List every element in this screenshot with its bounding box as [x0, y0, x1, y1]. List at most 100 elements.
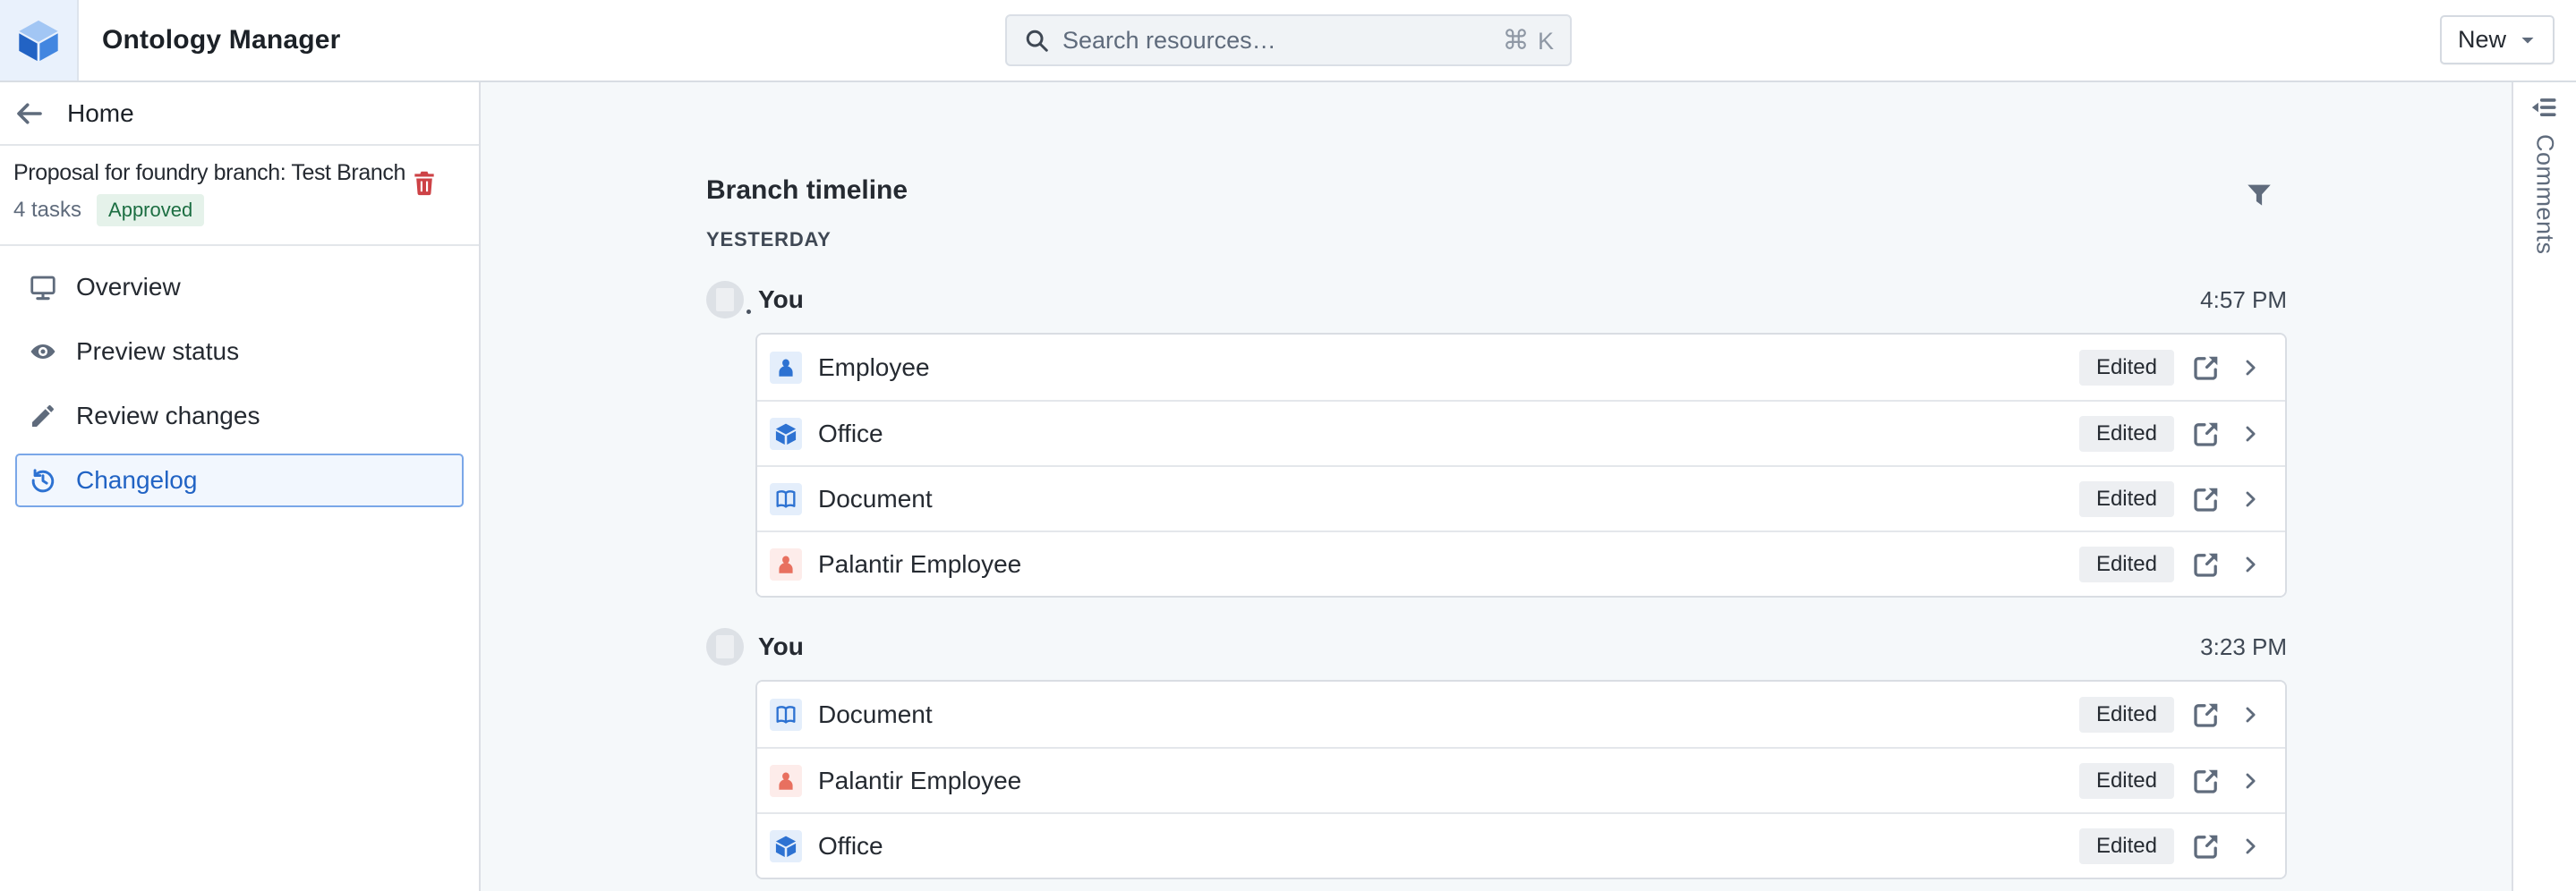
- avatar: [706, 281, 744, 318]
- table-row[interactable]: Palantir Employee Edited: [757, 747, 2285, 812]
- table-row[interactable]: Palantir Employee Edited: [757, 530, 2285, 596]
- open-in-new-tab-button[interactable]: [2190, 699, 2222, 731]
- back-home-link[interactable]: Home: [0, 82, 479, 146]
- sidebar: Home Proposal for foundry branch: Test B…: [0, 82, 481, 891]
- open-in-new-tab-button[interactable]: [2190, 830, 2222, 862]
- object-type-label: Document: [818, 485, 933, 513]
- cube-icon: [770, 418, 802, 450]
- open-in-new-tab-button[interactable]: [2190, 352, 2222, 384]
- sidebar-item-label: Overview: [76, 273, 181, 301]
- comments-label: Comments: [2531, 134, 2559, 255]
- search-icon: [1023, 27, 1050, 54]
- sidebar-item-preview-status[interactable]: Preview status: [15, 325, 464, 378]
- filter-icon: [2244, 180, 2282, 210]
- expand-row-button[interactable]: [2239, 356, 2262, 379]
- pencil-icon: [29, 402, 57, 430]
- object-type-label: Office: [818, 420, 883, 448]
- action-chip: Edited: [2079, 416, 2174, 452]
- open-in-new-tab-button[interactable]: [2190, 765, 2222, 797]
- chevron-right-icon: [2239, 553, 2262, 576]
- expand-row-button[interactable]: [2239, 769, 2262, 793]
- task-count: 4 tasks: [13, 198, 81, 223]
- top-bar: Ontology Manager ⌘ K New: [0, 0, 2576, 82]
- chevron-right-icon: [2239, 488, 2262, 511]
- book-icon: [770, 483, 802, 515]
- home-label: Home: [67, 99, 134, 128]
- chevron-right-icon: [2239, 769, 2262, 793]
- comments-rail: Comments: [2512, 82, 2576, 891]
- sidebar-item-label: Preview status: [76, 337, 239, 366]
- table-row[interactable]: Document Edited: [757, 682, 2285, 747]
- delete-proposal-button[interactable]: [410, 167, 440, 198]
- action-chip: Edited: [2079, 697, 2174, 733]
- group-timestamp: 4:57 PM: [2200, 286, 2287, 314]
- chevron-right-icon: [2239, 703, 2262, 726]
- timeline-group-header: You 3:23 PM: [706, 627, 2287, 666]
- timeline-group-header: You 4:57 PM: [706, 280, 2287, 319]
- status-badge: Approved: [97, 194, 204, 226]
- expand-row-button[interactable]: [2239, 422, 2262, 446]
- action-chip: Edited: [2079, 350, 2174, 386]
- expand-row-button[interactable]: [2239, 553, 2262, 576]
- proposal-header: Proposal for foundry branch: Test Branch…: [0, 146, 479, 246]
- open-in-new-tab-button[interactable]: [2190, 483, 2222, 515]
- chevron-right-icon: [2239, 422, 2262, 446]
- group-timestamp: 3:23 PM: [2200, 633, 2287, 661]
- person-icon: [770, 765, 802, 797]
- table-row[interactable]: Office Edited: [757, 812, 2285, 878]
- monitor-icon: [29, 273, 57, 301]
- group-user: You: [758, 285, 804, 314]
- object-type-label: Employee: [818, 353, 930, 382]
- table-row[interactable]: Document Edited: [757, 465, 2285, 530]
- search-shortcut-hint: ⌘ K: [1502, 25, 1554, 56]
- expand-row-button[interactable]: [2239, 703, 2262, 726]
- new-button[interactable]: New: [2440, 15, 2555, 64]
- action-chip: Edited: [2079, 547, 2174, 582]
- history-icon: [29, 466, 57, 495]
- new-button-label: New: [2458, 26, 2506, 54]
- group-user: You: [758, 632, 804, 661]
- main-content: Branch timeline YESTERDAY You 4:57 PM Em…: [481, 82, 2512, 891]
- eye-icon: [29, 337, 57, 366]
- sidebar-item-changelog[interactable]: Changelog: [15, 454, 464, 507]
- object-type-label: Document: [818, 700, 933, 729]
- arrow-left-icon: [13, 98, 46, 130]
- external-link-icon: [2190, 352, 2222, 384]
- object-type-label: Palantir Employee: [818, 550, 1021, 579]
- sidebar-item-overview[interactable]: Overview: [15, 260, 464, 314]
- chevron-right-icon: [2239, 835, 2262, 858]
- open-comments-button[interactable]: Comments: [2513, 82, 2576, 255]
- table-row[interactable]: Employee Edited: [757, 335, 2285, 400]
- external-link-icon: [2190, 418, 2222, 450]
- menu-open-icon: [2530, 93, 2559, 122]
- action-chip: Edited: [2079, 763, 2174, 799]
- expand-row-button[interactable]: [2239, 835, 2262, 858]
- table-row[interactable]: Office Edited: [757, 400, 2285, 465]
- cube-logo-icon: [14, 16, 63, 64]
- external-link-icon: [2190, 548, 2222, 581]
- chevron-right-icon: [2239, 356, 2262, 379]
- expand-row-button[interactable]: [2239, 488, 2262, 511]
- app-logo[interactable]: [0, 0, 79, 81]
- open-in-new-tab-button[interactable]: [2190, 418, 2222, 450]
- sidebar-item-label: Review changes: [76, 402, 260, 430]
- object-type-label: Office: [818, 832, 883, 861]
- page-title: Ontology Manager: [102, 25, 341, 55]
- object-type-label: Palantir Employee: [818, 767, 1021, 795]
- book-icon: [770, 699, 802, 731]
- action-chip: Edited: [2079, 828, 2174, 864]
- external-link-icon: [2190, 765, 2222, 797]
- sidebar-nav: Overview Preview status Review changes: [0, 246, 479, 507]
- action-chip: Edited: [2079, 481, 2174, 517]
- search-input[interactable]: [1062, 27, 1491, 55]
- sidebar-item-label: Changelog: [76, 466, 197, 495]
- timeline-card: Document Edited: [755, 680, 2287, 879]
- search-bar: ⌘ K: [1005, 14, 1572, 66]
- person-icon: [770, 548, 802, 581]
- filter-button[interactable]: [2244, 176, 2282, 214]
- open-in-new-tab-button[interactable]: [2190, 548, 2222, 581]
- external-link-icon: [2190, 483, 2222, 515]
- proposal-title: Proposal for foundry branch: Test Branch: [13, 160, 416, 186]
- external-link-icon: [2190, 699, 2222, 731]
- sidebar-item-review-changes[interactable]: Review changes: [15, 389, 464, 443]
